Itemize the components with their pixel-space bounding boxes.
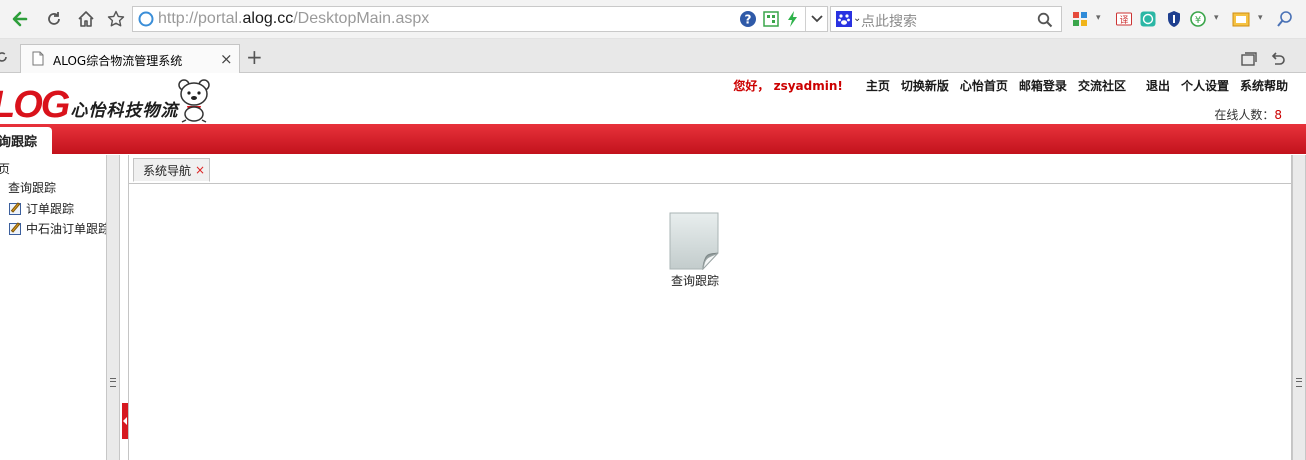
document-icon: [669, 212, 719, 271]
online-count: 8: [1274, 108, 1282, 122]
desktop-shortcut-query-tracking[interactable]: [667, 212, 721, 271]
apps-dropdown-icon[interactable]: ▾: [1096, 13, 1101, 23]
tab-label: 系统导航: [143, 163, 192, 178]
nav-switch-version[interactable]: 切换新版: [901, 77, 949, 94]
restore-tab-icon[interactable]: [0, 49, 10, 65]
tree-item-order-tracking[interactable]: 订单跟踪: [9, 200, 74, 217]
home-icon: [78, 11, 94, 27]
site-header: LOG 心怡科技物流 您好， zsyadmin! 主页 切换新版 心怡首页 邮箱…: [0, 73, 1306, 125]
zoom-icon[interactable]: [1276, 10, 1294, 28]
home-button[interactable]: [74, 7, 98, 31]
online-label: 在线人数：: [1214, 108, 1275, 122]
company-logo[interactable]: LOG 心怡科技物流: [0, 79, 214, 126]
chevron-down-icon[interactable]: [810, 12, 824, 26]
back-arrow-icon: [12, 11, 28, 27]
tab-close-icon[interactable]: ×: [220, 50, 233, 68]
nav-home[interactable]: 主页: [866, 77, 890, 94]
money-dropdown-icon[interactable]: ▾: [1214, 13, 1219, 23]
divider: [805, 7, 806, 31]
svg-text:?: ?: [745, 13, 752, 27]
main-tab-bar: 系统导航 ×: [129, 155, 1291, 184]
bear-mascot-icon: [178, 79, 211, 123]
tab-close-icon[interactable]: ×: [195, 163, 205, 177]
nav-settings[interactable]: 个人设置: [1181, 77, 1229, 94]
smile-icon[interactable]: [1140, 11, 1156, 27]
tree-item-label: 中石油订单跟踪: [26, 222, 106, 236]
tab-alog[interactable]: ALOG综合物流管理系统 ×: [20, 44, 240, 73]
online-users: 在线人数：8: [1214, 106, 1282, 123]
logo-alog: LOG: [0, 84, 70, 126]
gift-icon[interactable]: [1232, 11, 1250, 27]
favorite-button[interactable]: [104, 7, 128, 31]
sidebar-scrollbar[interactable]: [106, 155, 120, 460]
nav-community[interactable]: 交流社区: [1078, 77, 1126, 94]
window-list-icon[interactable]: [1241, 52, 1257, 66]
main-menu-bar: 询跟踪: [0, 124, 1306, 154]
tree-item-label: 订单跟踪: [26, 202, 75, 216]
baidu-icon: [836, 11, 852, 27]
tree-root[interactable]: 页: [0, 160, 10, 177]
reload-icon: [48, 12, 60, 25]
qrcode-icon[interactable]: [763, 11, 779, 27]
globe-icon: [138, 11, 154, 27]
greeting-text: 您好， zsyadmin!: [733, 79, 843, 93]
address-bar[interactable]: http://portal.alog.cc/DesktopMain.aspx ?: [132, 6, 828, 32]
tab-system-nav[interactable]: 系统导航 ×: [133, 158, 210, 182]
url-text: http://portal.alog.cc/DesktopMain.aspx: [158, 10, 430, 27]
shield-icon[interactable]: [1166, 10, 1182, 28]
reload-button[interactable]: [42, 7, 66, 31]
help-icon[interactable]: ?: [739, 10, 757, 28]
new-tab-button[interactable]: +: [246, 45, 263, 69]
desktop-shortcut-label[interactable]: 查询跟踪: [655, 272, 735, 289]
top-navigation: 您好， zsyadmin! 主页 切换新版 心怡首页 邮箱登录 交流社区 退出 …: [733, 77, 1288, 94]
search-box[interactable]: ⌄ 点此搜索: [830, 6, 1062, 32]
nav-logout[interactable]: 退出: [1146, 77, 1170, 94]
undo-close-icon[interactable]: [1270, 51, 1286, 67]
main-scrollbar[interactable]: [1292, 155, 1306, 460]
nav-email-login[interactable]: 邮箱登录: [1019, 77, 1067, 94]
tab-title: ALOG综合物流管理系统: [53, 54, 183, 68]
scroll-grip-icon: [110, 378, 116, 387]
menu-item-label: 询跟踪: [0, 135, 38, 150]
gift-dropdown-icon[interactable]: ▾: [1258, 13, 1263, 23]
svg-text:¥: ¥: [1195, 15, 1201, 26]
money-shield-icon[interactable]: ¥: [1190, 11, 1206, 27]
svg-text:译: 译: [1119, 15, 1128, 26]
nav-help[interactable]: 系统帮助: [1240, 77, 1288, 94]
tree-group-query-tracking[interactable]: 查询跟踪: [8, 179, 56, 196]
browser-toolbar: http://portal.alog.cc/DesktopMain.aspx ?…: [0, 0, 1306, 39]
logo-cn: 心怡科技物流: [70, 101, 179, 121]
scroll-grip-icon: [1296, 378, 1302, 387]
edit-icon: [9, 223, 21, 235]
sidebar-tree: 页 查询跟踪 订单跟踪 中石油订单跟踪: [0, 155, 107, 460]
tree-item-cnpc-order-tracking[interactable]: 中石油订单跟踪: [9, 220, 106, 237]
page-icon: [32, 51, 44, 66]
apps-icon[interactable]: [1072, 11, 1088, 27]
menu-item-query-tracking[interactable]: 询跟踪: [0, 127, 52, 154]
star-icon: [107, 10, 125, 27]
translate-icon[interactable]: 译: [1116, 11, 1132, 27]
tab-strip: ALOG综合物流管理系统 × +: [0, 39, 1306, 73]
lightning-icon[interactable]: [785, 10, 801, 28]
search-placeholder: 点此搜索: [861, 14, 917, 30]
search-icon[interactable]: [1037, 12, 1053, 28]
back-button[interactable]: [8, 7, 32, 31]
nav-xinyi-home[interactable]: 心怡首页: [960, 77, 1008, 94]
edit-icon: [9, 203, 21, 215]
main-content: 系统导航 × 查询跟踪: [128, 155, 1292, 460]
